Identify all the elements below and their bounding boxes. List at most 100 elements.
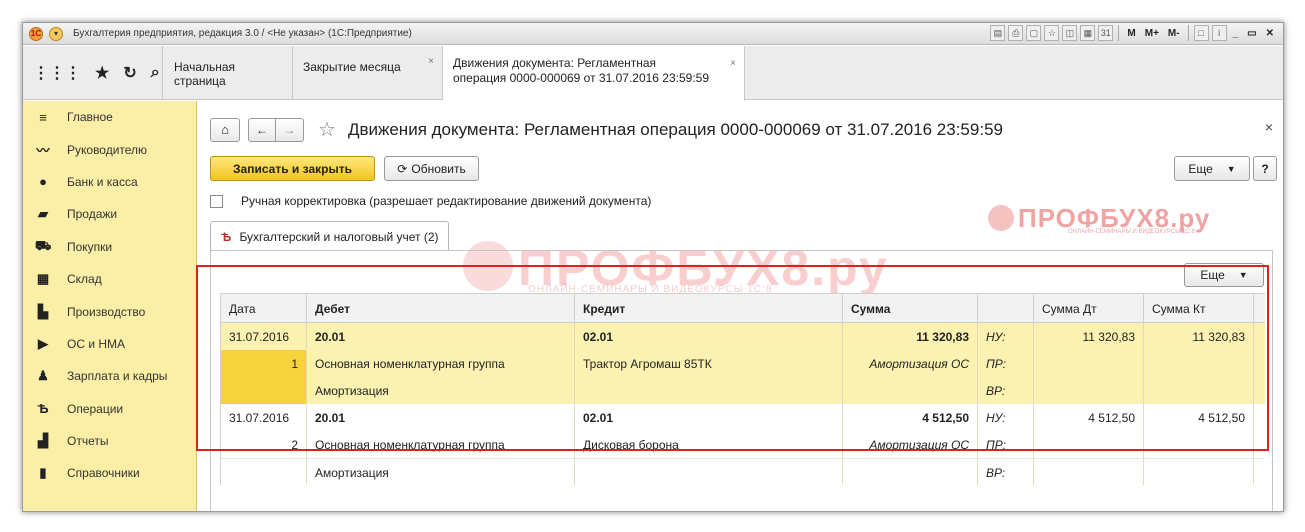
tab-home[interactable]: Начальная страница — [164, 46, 293, 100]
refresh-icon: ⟳ — [397, 161, 408, 176]
title-bar: 1С ▾ Бухгалтерия предприятия, редакция 3… — [23, 23, 1283, 45]
sidebar-item-label: Справочники — [67, 466, 140, 481]
sidebar-item-main[interactable]: ≡ Главное — [23, 101, 196, 133]
cell-empty — [1034, 459, 1144, 485]
cell-empty — [843, 459, 978, 485]
history-icon[interactable]: ◫ — [1062, 25, 1078, 41]
more-label: Еще — [1188, 161, 1213, 176]
favorites-star-icon[interactable]: ★ — [95, 63, 109, 83]
close-form-icon[interactable]: × — [1265, 119, 1273, 135]
help-button[interactable]: ? — [1253, 156, 1277, 181]
favorite-star-icon[interactable]: ☆ — [318, 117, 336, 142]
home-icon: ⌂ — [221, 122, 229, 137]
page-title: Движения документа: Регламентная операци… — [347, 119, 1003, 139]
sidebar-item-bank[interactable]: ● Банк и касса — [23, 166, 196, 198]
form-header: ⌂ ← → ☆ Движения документа: Регламентная… — [210, 117, 1003, 142]
sidebar-item-label: Производство — [67, 304, 146, 319]
save-icon[interactable]: ▤ — [990, 25, 1006, 41]
info-icon[interactable]: i — [1211, 25, 1227, 41]
sidebar-item-salary[interactable]: ♟ Зарплата и кадры — [23, 360, 196, 392]
title-toolbar: ▤ ⎙ ▢ ☆ ◫ ▦ 31 M M+ M- □ i _ ▭ ✕ — [990, 25, 1277, 41]
sidebar-item-label: Руководителю — [67, 142, 148, 157]
watermark-logo-icon — [988, 205, 1014, 231]
grid-icon: ▦ — [36, 271, 50, 287]
table-row[interactable]: Амортизация ВР: — [221, 458, 1265, 485]
memory-mminus-button[interactable]: M- — [1165, 28, 1183, 39]
tab-document-movements[interactable]: Движения документа: Регламентная операци… — [443, 46, 745, 101]
truck-icon: ▶ — [38, 335, 48, 351]
restore-icon[interactable]: ▭ — [1244, 28, 1259, 39]
close-icon[interactable]: × — [428, 56, 434, 67]
sidebar-item-purchases[interactable]: ⛟ Покупки — [23, 231, 196, 263]
tab-label: Закрытие месяца — [303, 60, 401, 74]
close-icon[interactable]: × — [730, 56, 736, 71]
window-layout-icon[interactable]: □ — [1193, 25, 1209, 41]
forward-button[interactable]: → — [276, 117, 304, 142]
tab-label: Начальная страница — [174, 60, 236, 88]
search-icon[interactable]: ⌕ — [151, 64, 160, 82]
sidebar-item-label: Покупки — [67, 239, 113, 254]
calendar-icon[interactable]: 31 — [1098, 25, 1114, 41]
tab-accounting[interactable]: Ѣ Бухгалтерский и налоговый учет (2) — [210, 221, 449, 251]
main-menu-icon[interactable]: ▾ — [49, 26, 63, 41]
open-tabs-bar: ⋮⋮⋮ ★ ↻ ⌕ Начальная страница Закрытие ме… — [23, 46, 1283, 101]
preview-icon[interactable]: ▢ — [1026, 25, 1042, 41]
arrow-left-icon: ← — [256, 122, 268, 137]
manual-edit-label: Ручная корректировка (разрешает редактир… — [241, 194, 652, 208]
cell-empty — [221, 459, 307, 485]
manual-edit-row: Ручная корректировка (разрешает редактир… — [210, 194, 651, 208]
back-button[interactable]: ← — [248, 117, 276, 142]
bag-icon: ▰ — [38, 206, 48, 222]
calculator-icon[interactable]: ▦ — [1080, 25, 1096, 41]
watermark-subtitle: ОНЛАЙН-СЕМИНАРЫ И ВИДЕОКУРСЫ 1С:8 — [1068, 229, 1195, 235]
save-and-close-button[interactable]: Записать и закрыть — [210, 156, 375, 181]
operations-icon: Ѣ — [37, 401, 49, 417]
sidebar-item-production[interactable]: ▙ Производство — [23, 295, 196, 327]
book-icon: ▮ — [39, 465, 47, 481]
cell-empty — [1144, 459, 1254, 485]
sidebar-item-label: Главное — [67, 110, 113, 125]
memory-m-button[interactable]: M — [1124, 28, 1138, 39]
sidebar-item-references[interactable]: ▮ Справочники — [23, 457, 196, 489]
quick-nav: ⋮⋮⋮ ★ ↻ ⌕ — [23, 46, 163, 100]
cell-debit-subconto2: Амортизация — [307, 459, 575, 485]
arrow-right-icon: → — [283, 122, 296, 137]
refresh-button[interactable]: ⟳ Обновить — [384, 156, 479, 181]
sidebar-item-manager[interactable]: 〰 Руководителю — [23, 133, 196, 165]
tab-month-closing[interactable]: Закрытие месяца × — [293, 46, 443, 100]
tab-label: Движения документа: Регламентная — [453, 56, 657, 70]
coin-icon: ● — [39, 174, 47, 190]
print-icon[interactable]: ⎙ — [1008, 25, 1024, 41]
window-close-icon[interactable]: ✕ — [1263, 28, 1277, 39]
sections-sidebar: ≡ Главное 〰 Руководителю ● Банк и касса ▰ Пр… — [23, 101, 197, 511]
manual-edit-checkbox[interactable] — [210, 194, 223, 208]
1c-logo-icon[interactable]: 1С — [29, 26, 43, 41]
bar-chart-icon: ▟ — [38, 433, 48, 449]
sidebar-item-fixed-assets[interactable]: ▶ ОС и НМА — [23, 328, 196, 360]
sidebar-item-sales[interactable]: ▰ Продажи — [23, 198, 196, 230]
trend-icon: 〰 — [36, 143, 50, 159]
apps-grid-icon[interactable]: ⋮⋮⋮ — [33, 63, 81, 83]
sidebar-item-label: Банк и касса — [67, 174, 138, 189]
cell-empty — [575, 459, 843, 485]
sidebar-item-reports[interactable]: ▟ Отчеты — [23, 425, 196, 457]
sidebar-item-label: Отчеты — [67, 434, 109, 449]
person-icon: ♟ — [37, 368, 49, 384]
divider — [1118, 25, 1120, 41]
more-button[interactable]: Еще ▼ — [1174, 156, 1250, 181]
sidebar-item-warehouse[interactable]: ▦ Склад — [23, 263, 196, 295]
chevron-down-icon: ▼ — [1226, 163, 1236, 174]
cart-icon: ⛟ — [35, 237, 52, 253]
history-icon[interactable]: ↻ — [123, 63, 136, 83]
minimize-icon[interactable]: _ — [1230, 28, 1242, 39]
sidebar-item-operations[interactable]: Ѣ Операции — [23, 393, 196, 425]
factory-icon: ▙ — [38, 303, 48, 319]
sidebar-item-label: Операции — [67, 401, 124, 416]
accounting-icon: Ѣ — [221, 229, 232, 244]
sidebar-item-label: Склад — [67, 272, 102, 287]
memory-mplus-button[interactable]: M+ — [1142, 28, 1162, 39]
home-button[interactable]: ⌂ — [210, 117, 240, 142]
window-title: Бухгалтерия предприятия, редакция 3.0 / … — [73, 28, 412, 39]
favorite-icon[interactable]: ☆ — [1044, 25, 1060, 41]
menu-icon: ≡ — [39, 109, 47, 125]
